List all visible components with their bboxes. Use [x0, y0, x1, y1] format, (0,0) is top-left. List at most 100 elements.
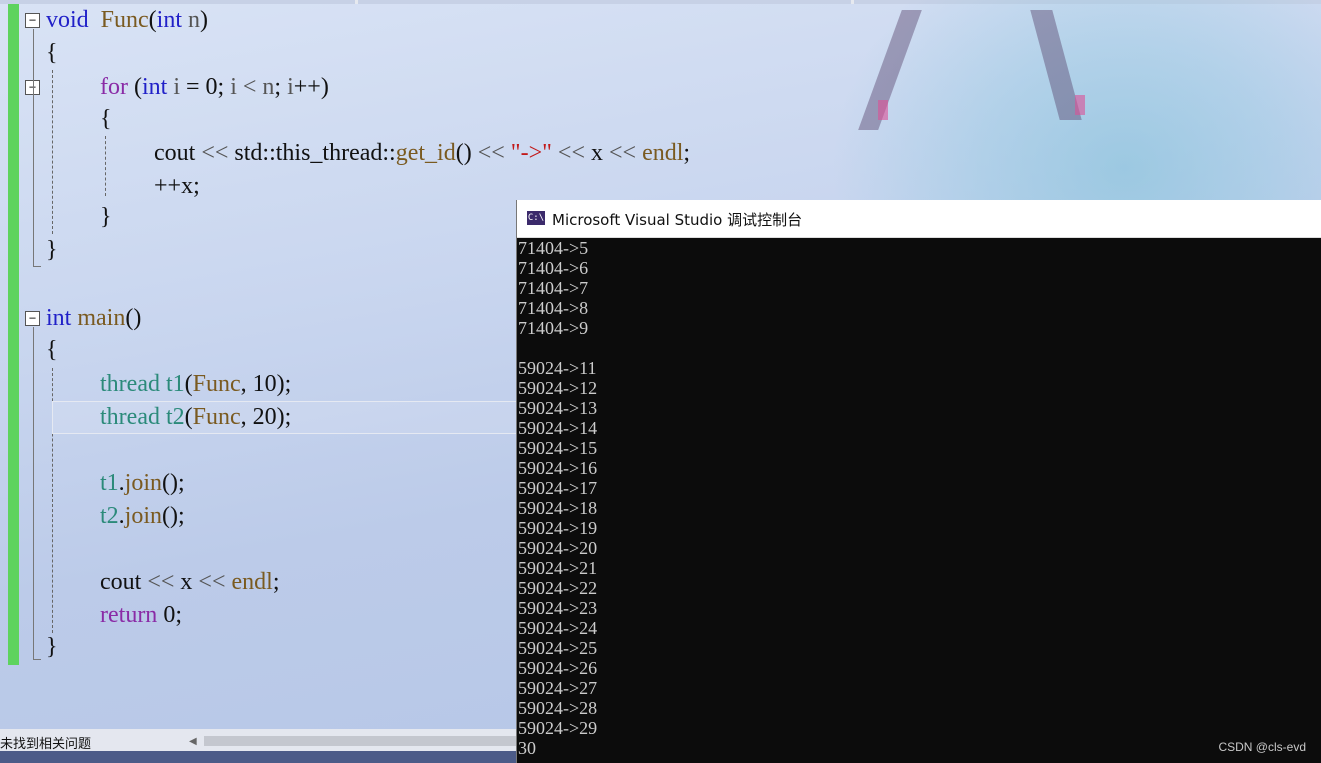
debug-console-window[interactable]: C:\ Microsoft Visual Studio 调试控制台 71404-… [516, 200, 1321, 763]
code-token: i [230, 74, 237, 100]
console-line: 59024->28 [518, 698, 598, 718]
console-line: 59024->21 [518, 558, 598, 578]
code-token: x [585, 140, 609, 166]
code-token: int [141, 74, 168, 100]
code-token: cout [100, 569, 148, 595]
code-token: ( [148, 7, 157, 33]
code-line[interactable]: ++x; [154, 170, 200, 203]
background-artwork-accent [1075, 95, 1085, 115]
code-token: ++) [293, 74, 329, 100]
console-line: 59024->17 [518, 478, 598, 498]
console-line: 30 [518, 738, 536, 758]
code-token: () [125, 305, 142, 331]
code-line[interactable]: cout << std::this_thread::get_id() << "-… [154, 137, 690, 170]
console-line: 59024->26 [518, 658, 598, 678]
code-token: { [100, 106, 112, 132]
code-token: () [455, 140, 478, 166]
console-line: 59024->14 [518, 418, 598, 438]
code-line[interactable]: { [46, 334, 58, 367]
horizontal-scrollbar-thumb[interactable] [204, 736, 517, 746]
code-token: ) [200, 7, 209, 33]
code-line[interactable]: cout << x << endl; [100, 566, 279, 599]
console-line: 71404->7 [518, 278, 589, 298]
code-line[interactable]: t2.join(); [100, 500, 185, 533]
console-line: 59024->23 [518, 598, 598, 618]
console-line: 59024->11 [518, 358, 597, 378]
tab-separator [355, 0, 358, 4]
console-line: 59024->12 [518, 378, 598, 398]
code-token: main [77, 305, 126, 331]
code-token: = 0; [180, 74, 231, 100]
console-output[interactable]: 71404->5 71404->6 71404->7 71404->8 71404->9… [518, 238, 1318, 758]
code-token: << [609, 140, 637, 166]
code-line[interactable]: thread t2(Func, 20); [100, 401, 291, 434]
code-line[interactable]: thread t1(Func, 10); [100, 368, 291, 401]
background-artwork-accent [878, 100, 888, 120]
console-line: 71404->6 [518, 258, 589, 278]
code-token: endl [642, 140, 684, 166]
code-token: n [182, 7, 201, 33]
code-token: } [46, 237, 58, 263]
code-token: { [46, 40, 58, 66]
code-line[interactable]: { [100, 103, 112, 136]
fold-guide-end [33, 659, 41, 660]
change-tracking-bar [8, 4, 19, 665]
collapse-func-button[interactable]: − [25, 13, 40, 28]
code-token: ; [272, 569, 280, 595]
code-token: t2 [100, 503, 119, 529]
code-token: (); [162, 470, 185, 496]
code-token: 0; [157, 602, 182, 628]
code-line[interactable]: } [100, 201, 112, 234]
code-token: ; [683, 140, 691, 166]
console-title-bar[interactable]: C:\ Microsoft Visual Studio 调试控制台 [517, 200, 1321, 238]
code-line[interactable]: for (int i = 0; i < n; i++) [100, 71, 329, 104]
code-token: { [46, 337, 58, 363]
code-token: thread [100, 404, 160, 430]
code-token: t2 [165, 404, 185, 430]
code-token: void [46, 7, 89, 33]
console-line: 59024->15 [518, 438, 598, 458]
code-token: i [287, 74, 294, 100]
code-token: return [100, 602, 158, 628]
collapse-main-button[interactable]: − [25, 311, 40, 326]
code-token: (); [162, 503, 185, 529]
fold-guide [33, 29, 34, 267]
code-line[interactable]: { [46, 37, 58, 70]
code-token: join [124, 470, 163, 496]
ide-bottom-strip [0, 751, 517, 763]
code-token: for [100, 74, 128, 100]
code-token: join [124, 503, 163, 529]
code-token: ( [184, 404, 193, 430]
code-line[interactable]: } [46, 234, 58, 267]
code-token: t1 [100, 470, 119, 496]
console-line: 59024->19 [518, 518, 598, 538]
code-token: << [198, 569, 226, 595]
console-line: 59024->22 [518, 578, 598, 598]
console-line: 71404->9 [518, 318, 589, 338]
console-title: Microsoft Visual Studio 调试控制台 [552, 211, 803, 229]
indent-guide [52, 70, 53, 234]
code-token: } [100, 204, 112, 230]
code-token: x [174, 569, 199, 595]
scroll-left-arrow-icon[interactable]: ◀ [189, 736, 197, 747]
indent-guide [105, 136, 106, 196]
console-line: 59024->16 [518, 458, 598, 478]
code-token: ++x; [154, 173, 200, 199]
console-line: 59024->13 [518, 398, 598, 418]
code-token: get_id [395, 140, 456, 166]
code-token: cout [154, 140, 202, 166]
code-token: < [242, 74, 257, 100]
code-token: thread [100, 371, 160, 397]
code-token: n [262, 74, 275, 100]
console-line: 59024->24 [518, 618, 598, 638]
issues-status-text[interactable]: 未找到相关问题 [0, 733, 91, 752]
code-line[interactable]: void Func(int n) [46, 4, 208, 37]
code-line[interactable]: t1.join(); [100, 467, 185, 500]
code-line[interactable]: } [46, 631, 58, 664]
code-line[interactable]: int main() [46, 302, 141, 335]
code-token: Func [192, 371, 241, 397]
code-token: , 20); [240, 404, 292, 430]
code-line[interactable]: return 0; [100, 599, 182, 632]
fold-guide [33, 327, 34, 660]
